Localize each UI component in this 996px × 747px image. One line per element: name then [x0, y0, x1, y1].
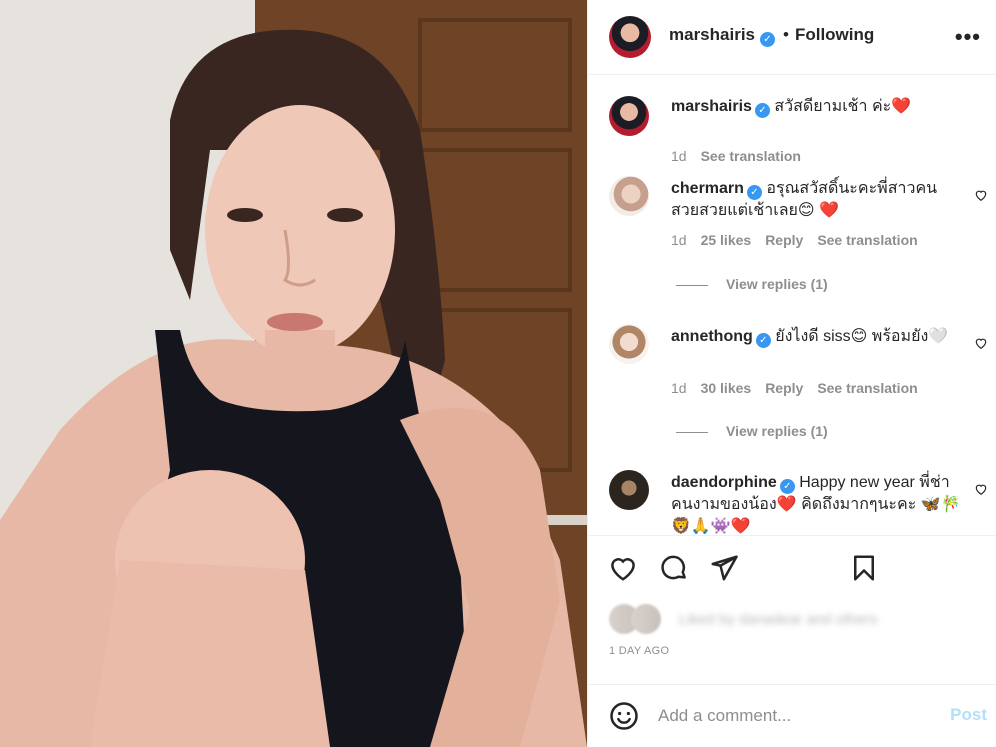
comment-username[interactable]: chermarn — [671, 180, 744, 197]
comment-item: annethong ✓ ยังไงดี siss😊 พร้อมยัง🤍 1d 30 … — [588, 324, 996, 454]
comment-icon[interactable] — [659, 553, 689, 583]
verified-badge-icon: ✓ — [760, 32, 775, 47]
post-time-ago[interactable]: 1 DAY AGO — [609, 645, 669, 657]
liked-by-text: Liked by danadear and others — [679, 611, 878, 628]
view-replies-button[interactable]: View replies (1) — [676, 276, 828, 292]
add-comment-bar: Post — [588, 684, 996, 747]
comment-avatar[interactable] — [609, 324, 649, 364]
comment-avatar[interactable] — [609, 176, 649, 216]
caption-username[interactable]: marshairis — [671, 98, 752, 115]
liker-avatar — [631, 604, 661, 634]
following-button[interactable]: Following — [795, 25, 874, 44]
comment-text-block: chermarn ✓ อรุณสวัสดิ์นะคะพี่สาวคนสวยสวยแ… — [671, 178, 961, 222]
bookmark-icon[interactable] — [849, 553, 879, 583]
header-separator-dot: • — [783, 25, 789, 44]
comment-username[interactable]: daendorphine — [671, 474, 777, 491]
caption-time[interactable]: 1d — [671, 148, 687, 164]
comment-text: ยังไงดี siss😊 พร้อมยัง🤍 — [775, 328, 949, 345]
see-translation-link[interactable]: See translation — [701, 148, 801, 164]
emoji-icon[interactable] — [609, 701, 639, 731]
verified-badge-icon: ✓ — [746, 185, 762, 200]
comment-username[interactable]: annethong — [671, 328, 753, 345]
comment-text-block: annethong ✓ ยังไงดี siss😊 พร้อมยัง🤍 — [671, 326, 961, 348]
comment-meta: 1d 25 likes Reply See translation — [671, 232, 932, 248]
post-photo[interactable] — [0, 0, 587, 747]
comment-text-block: daendorphine ✓ Happy new year พี่ช่าคนงาม… — [671, 472, 961, 534]
comments-list[interactable]: marshairis ✓ สวัสดียามเช้า ค่ะ❤️ 1d See tr… — [588, 76, 996, 534]
caption-meta: 1d See translation — [671, 148, 815, 164]
post-comment-button[interactable]: Post — [950, 705, 987, 725]
see-translation-link[interactable]: See translation — [817, 380, 917, 396]
comment-likes[interactable]: 25 likes — [701, 232, 752, 248]
comment-meta: 1d 30 likes Reply See translation — [671, 380, 932, 396]
caption-text: สวัสดียามเช้า ค่ะ❤️ — [774, 98, 912, 115]
verified-badge-icon: ✓ — [754, 103, 770, 118]
share-icon[interactable] — [709, 553, 739, 583]
post-header: marshairis ✓ • Following ••• — [588, 0, 996, 75]
liked-by[interactable]: Liked by danadear and others — [609, 604, 989, 634]
post-side-panel: marshairis ✓ • Following ••• marshairis ✓ สว… — [587, 0, 996, 747]
verified-badge-icon: ✓ — [755, 333, 771, 348]
comment-avatar[interactable] — [609, 470, 649, 510]
post-photo-illustration — [0, 0, 587, 747]
caption: marshairis ✓ สวัสดียามเช้า ค่ะ❤️ 1d See tr… — [588, 96, 996, 166]
replies-line-divider — [676, 431, 708, 433]
replies-line-divider — [676, 284, 708, 286]
caption-avatar[interactable] — [609, 96, 649, 136]
comment-item: chermarn ✓ อรุณสวัสดิ์นะคะพี่สาวคนสวยสวยแ… — [588, 176, 996, 306]
comment-likes[interactable]: 30 likes — [701, 380, 752, 396]
view-replies-button[interactable]: View replies (1) — [676, 423, 828, 439]
like-comment-heart-icon[interactable] — [974, 482, 988, 496]
comment-item: daendorphine ✓ Happy new year พี่ช่าคนงาม… — [588, 470, 996, 534]
heart-icon[interactable] — [608, 553, 638, 583]
add-comment-input[interactable] — [658, 703, 928, 729]
like-comment-heart-icon[interactable] — [974, 188, 988, 202]
see-translation-link[interactable]: See translation — [817, 232, 917, 248]
header-user-line: marshairis ✓ • Following — [669, 25, 874, 47]
comment-time[interactable]: 1d — [671, 380, 687, 396]
caption-text-line: marshairis ✓ สวัสดียามเช้า ค่ะ❤️ — [671, 96, 961, 118]
comment-time[interactable]: 1d — [671, 232, 687, 248]
owner-avatar[interactable] — [609, 16, 651, 58]
post-actions: Liked by danadear and others 1 DAY AGO — [588, 535, 996, 685]
view-replies-label: View replies (1) — [726, 423, 828, 439]
verified-badge-icon: ✓ — [779, 479, 795, 494]
view-replies-label: View replies (1) — [726, 276, 828, 292]
like-comment-heart-icon[interactable] — [974, 336, 988, 350]
header-username[interactable]: marshairis — [669, 25, 755, 44]
reply-button[interactable]: Reply — [765, 232, 803, 248]
more-options-icon[interactable]: ••• — [955, 24, 981, 50]
reply-button[interactable]: Reply — [765, 380, 803, 396]
